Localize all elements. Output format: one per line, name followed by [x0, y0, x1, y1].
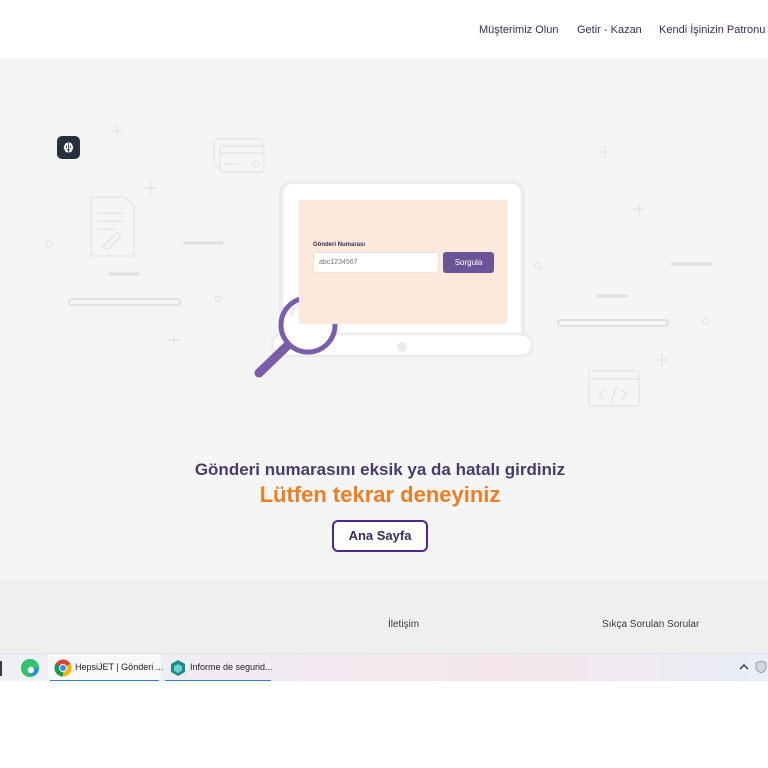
error-subtitle: Lütfen tekrar deneyiniz: [259, 482, 501, 507]
taskbar-item-hepsijet[interactable]: HepsiJET | Gönderi ...: [48, 654, 164, 682]
query-button[interactable]: Sorgula: [443, 252, 494, 273]
tracking-number-label: Gönderi Numarası: [313, 242, 366, 248]
taskbar-item-label: HepsiJET | Gönderi ...: [75, 662, 164, 672]
home-page-button[interactable]: Ana Sayfa: [332, 520, 428, 552]
site-header: Müşterimiz Olun Getir - Kazan Kendi İşin…: [0, 0, 768, 58]
tracking-number-input[interactable]: [313, 252, 439, 273]
taskbar-item-security-report[interactable]: Informe de segurid...: [163, 654, 273, 682]
brain-button[interactable]: [57, 136, 80, 159]
site-footer: İletişim Sıkça Sorulan Sorular: [0, 580, 768, 653]
nav-link-be-your-boss[interactable]: Kendi İşinizin Patronu O: [659, 24, 768, 36]
chrome-icon: [54, 659, 72, 677]
nav-link-refer-earn[interactable]: Getir - Kazan: [577, 24, 642, 36]
taskbar-item-label: Informe de segurid...: [190, 662, 273, 672]
tracking-form-card: Gönderi Numarası Sorgula: [299, 200, 507, 324]
edge-icon[interactable]: [20, 658, 40, 678]
error-title: Gönderi numarasını eksik ya da hatalı gi…: [194, 460, 566, 479]
brain-icon: [63, 142, 74, 153]
security-app-icon: [171, 660, 185, 676]
chevron-up-icon[interactable]: [737, 659, 751, 675]
footer-link-contact[interactable]: İletişim: [388, 619, 419, 630]
taskbar-divider: [0, 661, 2, 676]
nav-link-become-customer[interactable]: Müşterimiz Olun: [479, 24, 558, 36]
shield-icon[interactable]: [755, 660, 767, 674]
main-content: Gönderi Numarası Sorgula Gönderi numaras…: [0, 58, 768, 580]
footer-link-faq[interactable]: Sıkça Sorulan Sorular: [602, 619, 699, 630]
blank-area: [0, 681, 768, 768]
windows-taskbar: HepsiJET | Gönderi ... Informe de seguri…: [0, 653, 768, 682]
